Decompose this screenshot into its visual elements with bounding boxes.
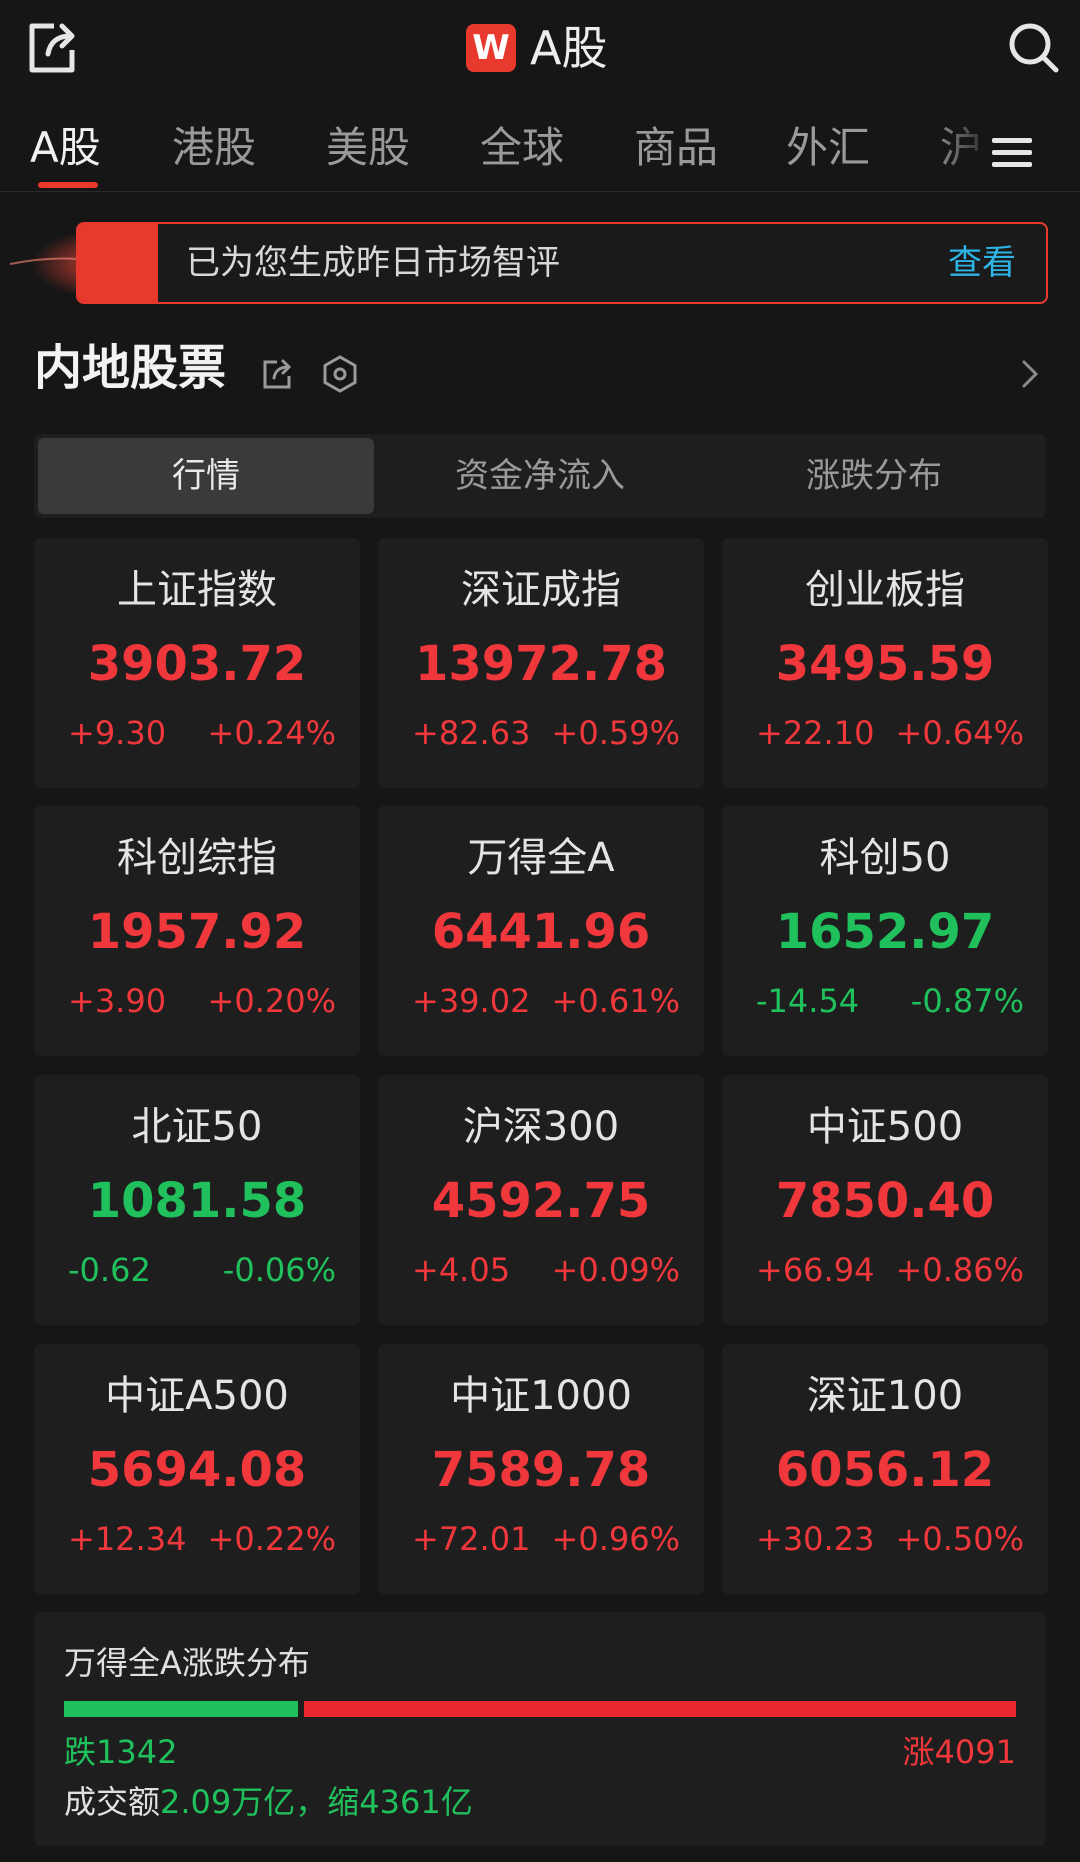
index-card[interactable]: 中证A500 5694.08 +12.34 +0.22% — [34, 1344, 360, 1594]
settings-icon[interactable] — [320, 354, 360, 398]
index-change: +22.10 — [756, 714, 875, 752]
menu-icon[interactable] — [990, 130, 1036, 180]
index-card[interactable]: 科创50 1652.97 -14.54 -0.87% — [722, 806, 1048, 1056]
search-icon[interactable] — [1006, 20, 1066, 80]
segment-distribution[interactable]: 涨跌分布 — [706, 438, 1042, 514]
index-change-percent: -0.87% — [910, 982, 1024, 1020]
index-change: +12.34 — [68, 1520, 187, 1558]
index-card[interactable]: 中证500 7850.40 +66.94 +0.86% — [722, 1075, 1048, 1325]
index-name: 中证1000 — [450, 1373, 632, 1419]
index-name: 北证50 — [131, 1104, 263, 1150]
index-change: +39.02 — [412, 982, 531, 1020]
advancers-count: 涨4091 — [902, 1733, 1016, 1771]
index-card[interactable]: 中证1000 7589.78 +72.01 +0.96% — [378, 1344, 704, 1594]
tab-forex[interactable]: 外汇 — [786, 118, 870, 178]
index-change: +72.01 — [412, 1520, 531, 1558]
index-name: 上证指数 — [117, 567, 277, 613]
index-change-percent: +0.59% — [551, 714, 680, 752]
turnover-value: 2.09万亿，缩4361亿 — [160, 1783, 473, 1821]
index-change-percent: +0.86% — [895, 1251, 1024, 1289]
index-price: 1652.97 — [775, 904, 995, 960]
index-name: 沪深300 — [462, 1104, 620, 1150]
app-logo: W — [466, 24, 516, 72]
market-tabs: A股 港股 美股 全球 商品 外汇 沪 — [0, 118, 1080, 192]
index-change-percent: +0.22% — [207, 1520, 336, 1558]
index-name: 科创50 — [819, 835, 951, 881]
turnover-text: 成交额2.09万亿，缩4361亿 — [64, 1780, 473, 1824]
index-change-percent: +0.50% — [895, 1520, 1024, 1558]
index-change: +66.94 — [756, 1251, 875, 1289]
view-button[interactable]: 查看 — [948, 224, 1016, 302]
index-name: 深证成指 — [461, 567, 621, 613]
share-icon[interactable] — [24, 18, 84, 78]
tab-a-shares[interactable]: A股 — [30, 118, 101, 178]
index-name: 中证500 — [806, 1104, 964, 1150]
tab-commodities[interactable]: 商品 — [634, 118, 718, 178]
chevron-right-icon[interactable] — [1016, 356, 1046, 396]
index-price: 1081.58 — [87, 1173, 307, 1229]
decliners-count: 跌1342 — [64, 1733, 178, 1771]
logo-letter: W — [472, 28, 510, 68]
index-card[interactable]: 万得全A 6441.96 +39.02 +0.61% — [378, 806, 704, 1056]
index-price: 6056.12 — [775, 1442, 995, 1498]
active-tab-indicator — [38, 182, 98, 188]
index-change-percent: +0.09% — [551, 1251, 680, 1289]
turnover-label: 成交额 — [64, 1783, 161, 1821]
index-card[interactable]: 科创综指 1957.92 +3.90 +0.20% — [34, 806, 360, 1056]
tab-hk-shares[interactable]: 港股 — [172, 118, 256, 178]
distribution-title: 万得全A涨跌分布 — [64, 1644, 310, 1682]
distribution-panel[interactable]: 万得全A涨跌分布 跌1342 涨4091 成交额2.09万亿，缩4361亿 — [34, 1612, 1046, 1846]
index-price: 7589.78 — [431, 1442, 651, 1498]
index-price: 4592.75 — [431, 1173, 651, 1229]
index-card[interactable]: 沪深300 4592.75 +4.05 +0.09% — [378, 1075, 704, 1325]
view-segment-control: 行情 资金净流入 涨跌分布 — [34, 434, 1046, 518]
index-change: -0.62 — [68, 1251, 151, 1289]
index-change-percent: +0.64% — [895, 714, 1024, 752]
index-card[interactable]: 北证50 1081.58 -0.62 -0.06% — [34, 1075, 360, 1325]
index-price: 6441.96 — [431, 904, 651, 960]
index-name: 科创综指 — [117, 835, 277, 881]
index-price: 3903.72 — [87, 636, 307, 692]
index-change-percent: -0.06% — [222, 1251, 336, 1289]
index-card[interactable]: 上证指数 3903.72 +9.30 +0.24% — [34, 538, 360, 788]
decliners-bar — [64, 1701, 298, 1717]
tab-global[interactable]: 全球 — [480, 118, 564, 178]
index-change: +4.05 — [412, 1251, 511, 1289]
market-review-banner[interactable]: 已为您生成昨日市场智评 查看 — [76, 222, 1048, 304]
index-change: -14.54 — [756, 982, 860, 1020]
index-change-percent: +0.96% — [551, 1520, 680, 1558]
index-name: 深证100 — [806, 1373, 964, 1419]
index-price: 7850.40 — [775, 1173, 995, 1229]
index-change: +30.23 — [756, 1520, 875, 1558]
section-title: 内地股票 — [34, 340, 227, 396]
index-change-percent: +0.24% — [207, 714, 336, 752]
index-name: 万得全A — [467, 835, 615, 881]
advancers-bar — [304, 1701, 1016, 1717]
index-change: +3.90 — [68, 982, 167, 1020]
segment-quotes[interactable]: 行情 — [38, 438, 374, 514]
tab-us-shares[interactable]: 美股 — [326, 118, 410, 178]
index-card[interactable]: 深证100 6056.12 +30.23 +0.50% — [722, 1344, 1048, 1594]
index-name: 创业板指 — [805, 567, 965, 613]
index-price: 3495.59 — [775, 636, 995, 692]
page-title: A股 — [530, 21, 608, 75]
index-change: +82.63 — [412, 714, 531, 752]
index-price: 1957.92 — [87, 904, 307, 960]
banner-text: 已为您生成昨日市场智评 — [186, 243, 560, 283]
index-price: 5694.08 — [87, 1442, 307, 1498]
index-name: 中证A500 — [105, 1373, 289, 1419]
segment-net-inflow[interactable]: 资金净流入 — [372, 438, 708, 514]
share-icon[interactable] — [260, 356, 296, 396]
index-price: 13972.78 — [414, 636, 668, 692]
index-change-percent: +0.61% — [551, 982, 680, 1020]
index-change: +9.30 — [68, 714, 167, 752]
index-change-percent: +0.20% — [207, 982, 336, 1020]
index-card[interactable]: 深证成指 13972.78 +82.63 +0.59% — [378, 538, 704, 788]
index-card[interactable]: 创业板指 3495.59 +22.10 +0.64% — [722, 538, 1048, 788]
